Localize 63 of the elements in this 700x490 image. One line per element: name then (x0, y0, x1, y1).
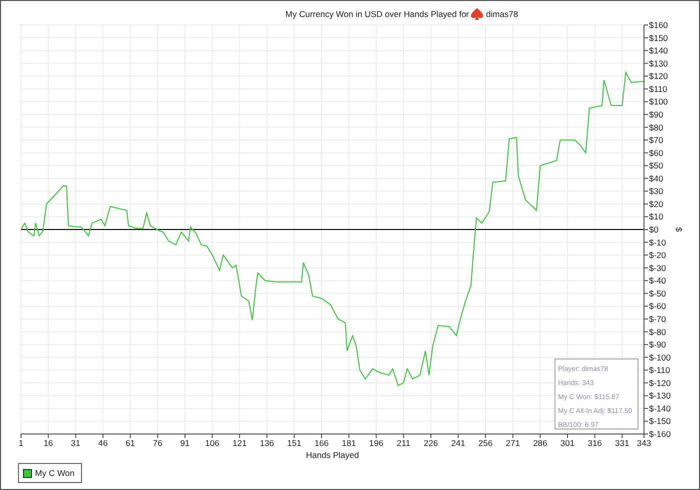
y-tick-label: $-110 (649, 365, 670, 376)
x-tick-label: 316 (588, 438, 602, 448)
y-tick-label: $-160 (649, 429, 671, 439)
x-tick-label: 61 (126, 438, 136, 448)
y-tick-label: $0 (649, 224, 658, 234)
y-tick-label: $-90 (649, 340, 666, 350)
y-tick-label: $-50 (649, 288, 666, 298)
x-tick-label: 91 (180, 438, 190, 448)
x-tick-label: 343 (636, 438, 652, 448)
spade-icon (471, 8, 483, 20)
y-tick-label: $150 (649, 32, 668, 43)
y-tick-label: $-150 (649, 416, 671, 426)
x-tick-label: 196 (369, 438, 384, 448)
x-tick-label: 136 (260, 438, 274, 448)
x-tick-label: 121 (232, 438, 247, 448)
y-tick-label: $60 (649, 148, 664, 158)
y-axis-title: $ (674, 227, 684, 232)
chart-title: My Currency Won in USD over Hands Played for (285, 9, 469, 19)
x-tick-label: 46 (98, 438, 108, 448)
y-tick-label: $-20 (649, 250, 666, 260)
y-tick-label: $130 (649, 58, 668, 68)
y-tick-label: $-100 (649, 352, 671, 362)
x-tick-label: 1 (18, 438, 24, 448)
y-tick-label: $90 (649, 109, 664, 120)
y-tick-label: $110 (649, 84, 668, 94)
x-tick-label: 241 (451, 438, 466, 448)
y-tick-label: $-30 (649, 262, 666, 273)
player-name: dimas78 (486, 9, 518, 19)
x-tick-label: 331 (615, 438, 630, 448)
y-tick-label: $-130 (649, 390, 671, 401)
y-tick-label: $20 (649, 198, 664, 209)
y-tick-label: $140 (649, 46, 668, 56)
x-tick-label: 211 (396, 438, 410, 448)
x-tick-label: 166 (314, 438, 329, 448)
y-tick-label: $-70 (649, 314, 666, 324)
y-tick-label: $30 (649, 186, 664, 196)
y-tick-label: $-60 (649, 301, 666, 312)
legend-label: My C Won (35, 468, 75, 478)
x-tick-label: 76 (152, 438, 162, 448)
y-tick-label: $100 (649, 96, 668, 107)
y-tick-label: $-140 (649, 403, 671, 414)
y-tick-label: $-40 (649, 276, 666, 286)
x-tick-label: 31 (70, 438, 80, 448)
x-tick-label: 181 (342, 438, 356, 448)
y-tick-label: $-10 (649, 237, 666, 248)
y-tick-label: $80 (649, 122, 664, 132)
y-tick-label: $120 (649, 71, 668, 82)
y-tick-label: $160 (649, 20, 668, 30)
x-tick-label: 271 (506, 438, 520, 448)
y-tick-label: $50 (649, 160, 664, 171)
y-tick-label: $-120 (649, 378, 671, 388)
x-tick-label: 286 (533, 438, 548, 448)
y-tick-label: $-80 (649, 326, 666, 337)
x-tick-label: 226 (424, 438, 438, 448)
x-tick-label: 301 (560, 438, 575, 448)
x-axis-title: Hands Played (306, 450, 359, 460)
y-tick-label: $40 (649, 173, 664, 184)
x-tick-label: 16 (44, 438, 54, 448)
x-tick-label: 151 (287, 438, 302, 448)
y-tick-label: $70 (649, 135, 664, 146)
y-tick-label: $10 (649, 212, 664, 222)
x-tick-label: 106 (205, 438, 220, 448)
x-tick-label: 256 (478, 438, 493, 448)
